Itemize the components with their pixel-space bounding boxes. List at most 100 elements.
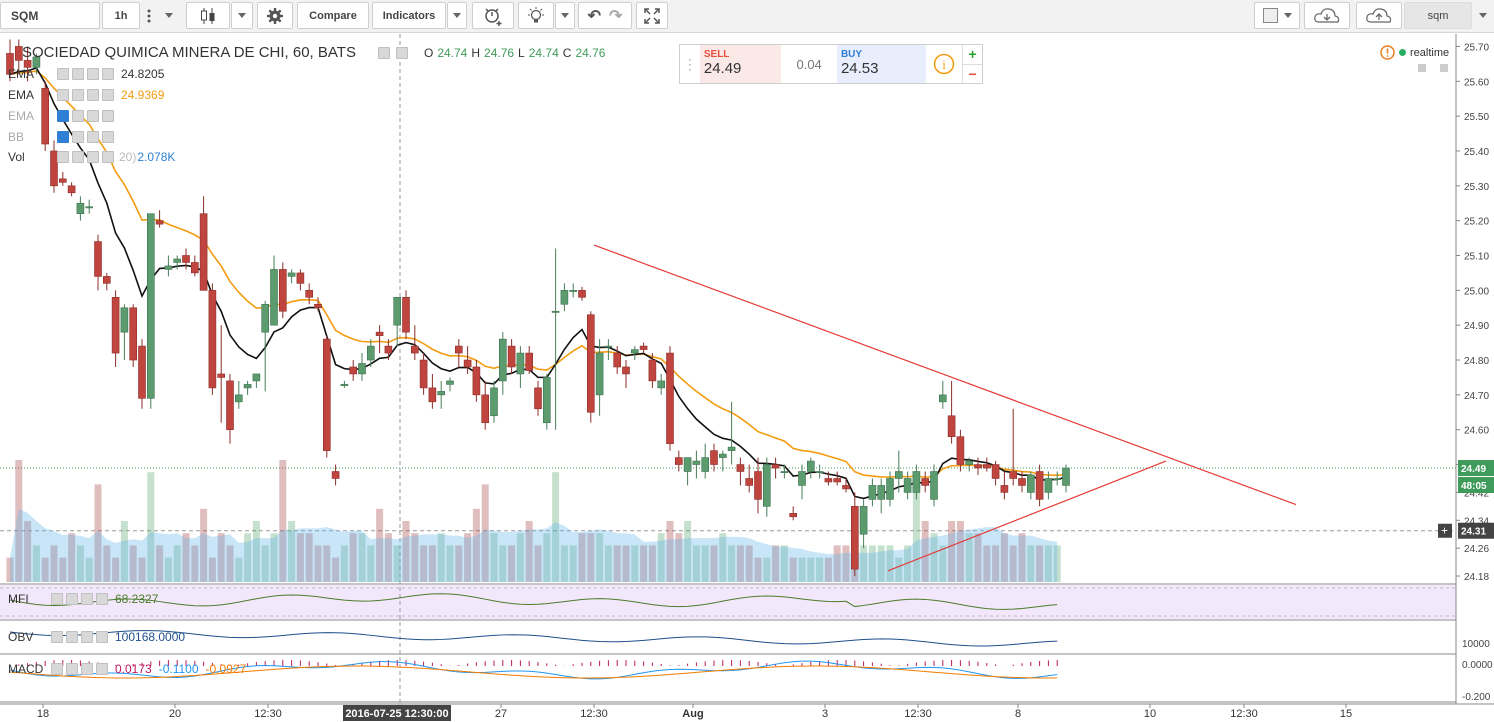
time-tick-label: 27: [495, 708, 507, 720]
candle-body: [1000, 485, 1009, 493]
candle-body: [877, 485, 886, 500]
high-label: H: [471, 45, 481, 60]
candle-body: [745, 478, 754, 486]
candle-body: [428, 387, 437, 403]
volume-ma-area: [10, 508, 1058, 582]
candle-body: [314, 303, 322, 309]
candle-body: [947, 415, 956, 437]
ema-fast-line: [9, 66, 1067, 500]
svg-text:i: i: [942, 57, 946, 72]
study-name: MFI: [8, 592, 29, 606]
eye-icon[interactable]: [51, 593, 63, 605]
add-icon[interactable]: [87, 131, 99, 143]
chart-title-row: SOCIEDAD QUIMICA MINERA DE CHI, 60, BATS…: [22, 44, 605, 61]
study-ema-1[interactable]: EMA 24.8205: [8, 66, 164, 82]
candle-body: [886, 478, 894, 500]
study-ema-3[interactable]: EMA: [8, 108, 114, 124]
candle-body: [261, 303, 270, 333]
candle-body: [930, 471, 938, 500]
realtime-dot-icon: [1399, 49, 1406, 56]
low-value: 24.74: [528, 45, 559, 60]
settings-icon[interactable]: [72, 151, 84, 163]
candle-body: [278, 269, 287, 312]
close-icon[interactable]: [96, 593, 108, 605]
candle-body: [358, 363, 366, 375]
eye-icon[interactable]: [51, 663, 63, 675]
close-icon[interactable]: [102, 89, 114, 101]
eye-icon[interactable]: [57, 68, 69, 80]
eye-icon[interactable]: [57, 89, 69, 101]
candle-body: [287, 272, 296, 277]
candle-body: [366, 345, 375, 361]
increase-button[interactable]: +: [963, 45, 982, 65]
trade-panel: ⋮ SELL 24.49 0.04 BUY 24.53 i + −: [679, 44, 983, 84]
close-icon[interactable]: [102, 131, 114, 143]
price-tick-label: 25.10: [1464, 251, 1489, 262]
study-bb[interactable]: BB: [8, 129, 114, 145]
drag-handle-icon[interactable]: ⋮: [680, 45, 700, 83]
close-icon[interactable]: [96, 663, 108, 675]
candle-body: [894, 471, 903, 479]
add-icon[interactable]: [87, 68, 99, 80]
candle-body: [349, 366, 358, 375]
candle-body: [595, 352, 604, 396]
realtime-label: realtime: [1410, 46, 1450, 59]
candle-body: [217, 373, 225, 378]
candle-body: [683, 457, 692, 472]
candle-body: [103, 276, 111, 284]
candle-body: [622, 366, 630, 375]
settings-icon[interactable]: [72, 68, 84, 80]
candle-body: [824, 478, 833, 483]
study-value: 100168.0000: [115, 630, 186, 644]
candle-body: [384, 345, 393, 354]
price-tick-label: 24.90: [1464, 321, 1489, 332]
candle-body: [76, 202, 85, 214]
study-mfi[interactable]: MFI 68.2327: [8, 591, 158, 607]
high-value: 24.76: [484, 45, 515, 60]
eye-hidden-icon[interactable]: [57, 131, 69, 143]
settings-icon[interactable]: [66, 663, 78, 675]
info-button[interactable]: i: [926, 45, 962, 83]
candle-body: [340, 384, 349, 386]
add-icon[interactable]: [81, 663, 93, 675]
add-icon[interactable]: [87, 151, 99, 163]
warning-icon[interactable]: [1380, 45, 1395, 60]
price-tick-label: 25.20: [1464, 217, 1489, 228]
study-vol[interactable]: Vol 20) 2.078K: [8, 149, 175, 165]
settings-icon[interactable]: [72, 110, 84, 122]
mfi-pane-bg: [0, 585, 1456, 619]
close-icon[interactable]: [102, 110, 114, 122]
time-tick-label: 20: [169, 708, 181, 720]
title-format-icon[interactable]: [395, 46, 408, 59]
main-chart[interactable]: 25.70 25.60 25.50 25.40 25.30 25.20 25.10 25.00…: [0, 0, 1494, 722]
close-icon[interactable]: [102, 151, 114, 163]
add-icon[interactable]: [81, 593, 93, 605]
candle-body: [243, 384, 252, 389]
add-icon[interactable]: [87, 110, 99, 122]
candle-body: [921, 478, 930, 486]
eye-icon[interactable]: [51, 631, 63, 643]
eye-hidden-icon[interactable]: [57, 110, 69, 122]
settings-icon[interactable]: [66, 593, 78, 605]
sell-button[interactable]: SELL 24.49: [699, 45, 782, 83]
study-macd[interactable]: MACD 0.0173 -0.1100 -0.0927: [8, 661, 246, 677]
close-icon[interactable]: [96, 631, 108, 643]
study-obv[interactable]: OBV 100168.0000: [8, 629, 185, 645]
decrease-button[interactable]: −: [963, 65, 982, 84]
close-icon[interactable]: [102, 68, 114, 80]
add-icon[interactable]: [81, 631, 93, 643]
settings-icon[interactable]: [72, 89, 84, 101]
settings-icon[interactable]: [72, 131, 84, 143]
eye-icon[interactable]: [57, 151, 69, 163]
price-tick-label: 24.60: [1464, 426, 1489, 437]
candle-body: [569, 290, 578, 292]
time-axis-bg: [0, 704, 1494, 722]
study-ema-2[interactable]: EMA 24.9369: [8, 87, 164, 103]
candle-body: [454, 345, 463, 354]
candle-body: [85, 206, 93, 209]
settings-icon[interactable]: [66, 631, 78, 643]
buy-button[interactable]: BUY 24.53: [836, 45, 927, 83]
add-icon[interactable]: [87, 89, 99, 101]
title-settings-icon[interactable]: [377, 46, 390, 59]
study-value: 24.9369: [121, 88, 165, 102]
